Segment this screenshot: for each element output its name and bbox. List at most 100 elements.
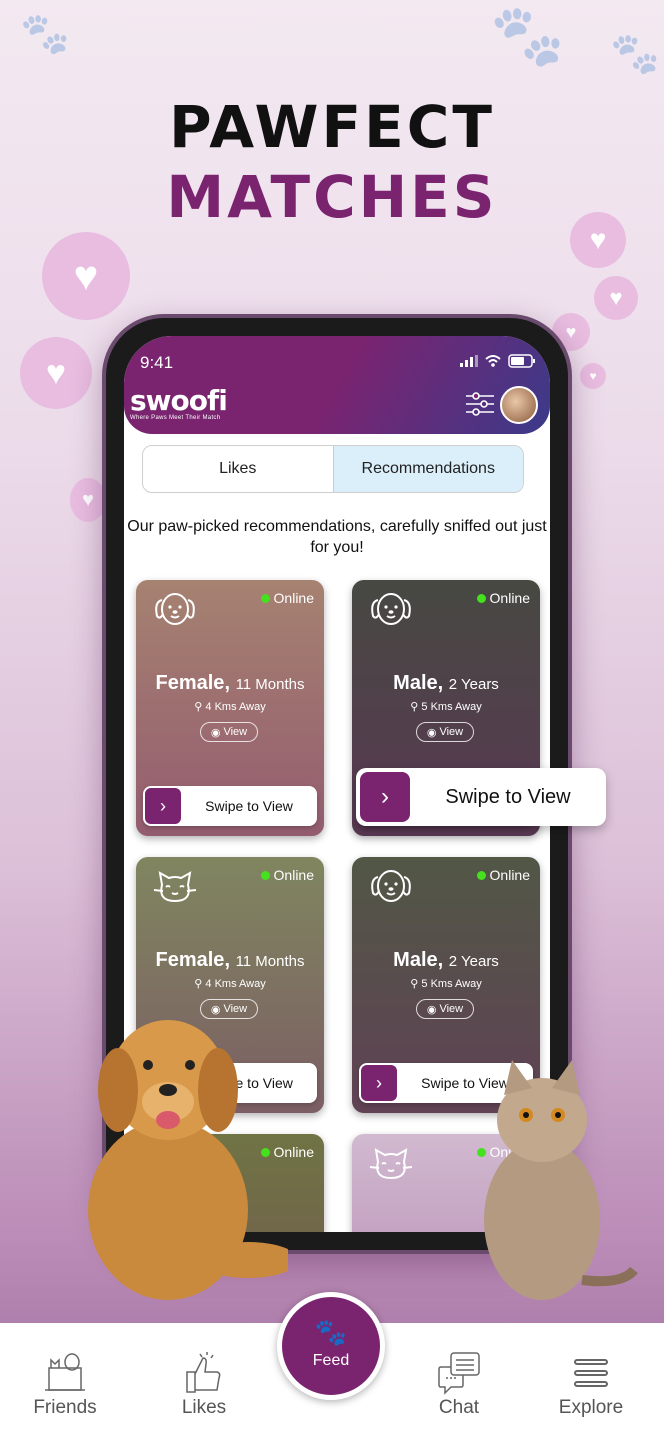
thumbs-up-icon [186,1352,221,1393]
distance-label: 4 Kms Away [205,701,266,713]
headline-line1: PAWFECT [169,93,495,161]
chat-icon [438,1352,480,1395]
pet-age: 11 Months [235,676,305,693]
cat-face-icon [368,1142,414,1182]
pet-card[interactable]: Online Female, 11 Months ⚲ 4 Kms Away ◉ View… [136,580,324,836]
swipe-label: Swipe to View [205,798,293,814]
location-pin-icon: ⚲ [410,701,419,713]
nav-friends[interactable]: Friends [10,1349,120,1419]
distance-label: 5 Kms Away [421,978,482,990]
heart-bubble-icon: ♥ [20,337,92,409]
app-header: 9:41 swoofi Where Paws Meet Their Match [124,336,550,434]
paw-print-icon: 🐾 [610,32,660,76]
nav-chat-label: Chat [438,1397,480,1418]
dog-face-icon [368,865,414,905]
heart-bubble-icon: ♥ [570,212,626,268]
chevron-right-icon: › [360,772,410,822]
pet-distance: ⚲ 4 Kms Away [136,700,324,713]
pet-gender: Female [155,672,225,694]
pet-gender-age: Male, 2 Years [393,949,499,971]
heart-bubble-icon: ♥ [580,363,606,389]
paw-print-icon: 🐾 [20,12,70,56]
app-logo: swoofi Where Paws Meet Their Match [130,384,228,421]
british-shorthair-cat-image [484,1060,638,1300]
tab-recommendations[interactable]: Recommendations [332,446,523,492]
chevron-right-icon: › [145,788,181,824]
pet-gender-age: Male, 2 Years [393,672,499,694]
pet-age: 11 Months [235,953,305,970]
distance-label: 4 Kms Away [205,978,266,990]
nav-likes-label: Likes [181,1397,227,1418]
pet-gender: Male [393,672,438,694]
nav-likes[interactable]: Likes [149,1349,259,1419]
dog-face-icon [368,588,414,628]
pet-distance: ⚲ 5 Kms Away [352,977,540,990]
view-button[interactable]: ◉ View [200,722,258,742]
menu-icon [574,1359,608,1387]
online-dot-icon [476,593,486,603]
eye-icon: ◉ [426,726,437,739]
heart-bubble-icon: ♥ [70,478,106,522]
wifi-icon [485,355,501,367]
paws-icon: 🐾 [314,1317,348,1347]
heart-bubble-icon: ♥ [42,232,130,320]
paw-print-icon: 🐾 [490,2,565,69]
eye-icon: ◉ [210,726,221,739]
nav-explore[interactable]: Explore [536,1349,646,1419]
status-icons [460,354,536,368]
online-status: Online [260,590,314,606]
online-label: Online [273,590,314,606]
profile-avatar[interactable] [500,386,538,424]
distance-label: 5 Kms Away [421,701,482,713]
location-pin-icon: ⚲ [194,701,203,713]
pet-distance: ⚲ 4 Kms Away [136,977,324,990]
dog-face-icon [152,588,198,628]
chevron-right-icon: › [361,1065,397,1101]
online-dot-icon [476,870,486,880]
swipe-label: Swipe to View [445,785,571,808]
online-label: Online [489,867,530,883]
nav-feed[interactable]: 🐾 Feed [277,1292,385,1400]
signal-icon [460,355,478,367]
segmented-tabs: Likes Recommendations [142,445,524,493]
battery-icon [508,354,535,368]
recommendations-subtitle: Our paw-picked recommendations, carefull… [127,518,547,556]
location-pin-icon: ⚲ [410,978,419,990]
pet-age: 2 Years [448,676,499,693]
view-button[interactable]: ◉ View [416,722,474,742]
status-time: 9:41 [140,353,174,372]
view-label: View [439,1003,464,1015]
pet-gender: Female [155,949,225,971]
view-label: View [439,726,464,738]
online-status: Online [260,867,314,883]
headline: PAWFECT MATCHES [0,92,664,232]
headline-line2: MATCHES [166,163,498,231]
cat-face-icon [152,865,198,905]
nav-chat[interactable]: Chat [404,1349,514,1419]
pet-distance: ⚲ 5 Kms Away [352,700,540,713]
pet-age: 2 Years [448,953,499,970]
heart-bubble-icon: ♥ [594,276,638,320]
friends-icon [45,1353,85,1391]
online-label: Online [489,590,530,606]
pet-gender-age: Female, 11 Months [155,672,305,694]
location-pin-icon: ⚲ [194,978,203,990]
view-label: View [223,726,248,738]
pet-gender: Male [393,949,438,971]
nav-explore-label: Explore [558,1397,624,1418]
pet-gender-age: Female, 11 Months [155,949,305,971]
online-status: Online [476,867,530,883]
online-dot-icon [260,593,270,603]
view-button[interactable]: ◉ View [416,999,474,1019]
filter-sliders-icon[interactable] [466,391,494,417]
online-dot-icon [260,870,270,880]
tab-likes[interactable]: Likes [143,446,333,492]
swipe-to-view-callout[interactable]: › Swipe to View [356,768,606,826]
logo-text: swoofi [130,384,228,417]
eye-icon: ◉ [426,1003,437,1016]
logo-tagline: Where Paws Meet Their Match [130,415,221,421]
golden-retriever-image [88,1020,288,1300]
nav-feed-label: Feed [312,1352,350,1369]
swipe-to-view-button[interactable]: › Swipe to View [143,786,317,826]
online-label: Online [273,867,314,883]
